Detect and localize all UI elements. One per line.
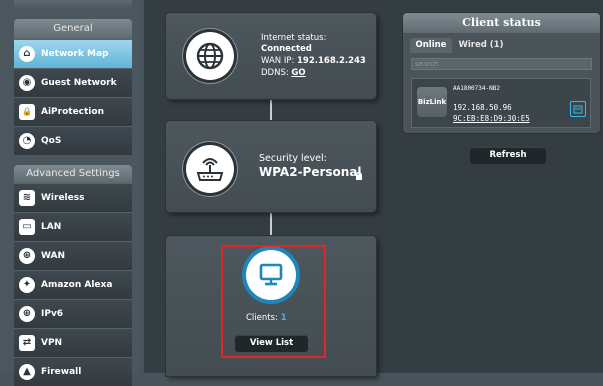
refresh-button[interactable]: Refresh	[470, 147, 546, 164]
sidebar-item-wireless[interactable]: ≋ Wireless	[14, 183, 132, 212]
network-map-icon: ⌂	[19, 46, 35, 62]
sidebar-item-label: QoS	[41, 136, 62, 146]
client-mac-link[interactable]: 9C:EB:E8:D9:30:E5	[453, 114, 530, 123]
sidebar-item-vpn[interactable]: ⇄ VPN	[14, 328, 132, 357]
connector-line	[270, 98, 272, 122]
sidebar-top-stub	[14, 0, 132, 10]
sidebar-item-ipv6[interactable]: ⊕ IPv6	[14, 299, 132, 328]
security-level-value: WPA2-Personal	[259, 165, 362, 179]
globe-icon	[186, 32, 234, 80]
tab-wired[interactable]: Wired (1)	[456, 38, 506, 53]
internet-status-value: Connected	[261, 44, 312, 54]
tab-online[interactable]: Online	[410, 38, 452, 53]
monitor-icon: ▭	[19, 219, 35, 235]
sidebar-item-firewall[interactable]: ▲ Firewall	[14, 357, 132, 386]
ipv6-icon: ⊕	[19, 306, 35, 322]
internet-status-label: Internet status:	[261, 33, 327, 43]
ddns-go-link[interactable]: GO	[291, 68, 305, 78]
wan-ip-label: WAN IP:	[261, 56, 295, 66]
wan-ip-value: 192.168.2.243	[297, 56, 366, 66]
security-card[interactable]: Security level: WPA2-Personal	[166, 121, 376, 212]
internet-status-card[interactable]: Internet status: Connected WAN IP: 192.1…	[166, 13, 376, 99]
general-menu-group: General ⌂ Network Map ◉ Guest Network 🔒 …	[14, 19, 132, 155]
lock-icon: 🔒	[19, 104, 35, 120]
sidebar-item-label: IPv6	[41, 309, 64, 319]
client-ip: 192.168.50.96	[453, 103, 512, 112]
device-vendor-logo: BizLink	[417, 87, 447, 117]
guest-network-icon: ◉	[19, 75, 35, 91]
client-list-item[interactable]: BizLink AA1800734-NB2 192.168.50.96 9C:E…	[411, 78, 591, 128]
general-group-title: General	[14, 19, 132, 39]
ddns-row: DDNS: GO	[261, 68, 306, 79]
connector-line	[270, 211, 272, 237]
sidebar-item-label: AiProtection	[41, 107, 104, 117]
client-name: AA1800734-NB2	[453, 85, 500, 92]
advanced-menu-group: Advanced Settings ≋ Wireless ▭ LAN ⊕ WAN…	[14, 165, 132, 386]
sidebar-item-wan[interactable]: ⊕ WAN	[14, 241, 132, 270]
sidebar-item-qos[interactable]: ◔ QoS	[14, 126, 132, 155]
client-status-title: Client status	[403, 13, 600, 33]
sidebar: General ⌂ Network Map ◉ Guest Network 🔒 …	[0, 0, 140, 386]
sidebar-item-guest-network[interactable]: ◉ Guest Network	[14, 68, 132, 97]
sidebar-item-aiprotection[interactable]: 🔒 AiProtection	[14, 97, 132, 126]
wan-ip-row: WAN IP: 192.168.2.243	[261, 56, 366, 67]
sidebar-item-label: Firewall	[41, 367, 82, 377]
vpn-icon: ⇄	[19, 335, 35, 351]
sidebar-item-label: LAN	[41, 222, 62, 232]
ethernet-icon	[570, 101, 586, 117]
firewall-icon: ▲	[19, 364, 35, 380]
advanced-group-title: Advanced Settings	[14, 165, 132, 183]
security-level-label: Security level:	[259, 153, 327, 164]
padlock-icon	[355, 166, 363, 185]
sidebar-item-label: Wireless	[41, 193, 85, 203]
sidebar-item-label: Amazon Alexa	[41, 280, 113, 290]
ddns-label: DDNS:	[261, 68, 289, 78]
sidebar-item-amazon-alexa[interactable]: ✦ Amazon Alexa	[14, 270, 132, 299]
router-icon	[186, 145, 234, 193]
sidebar-item-network-map[interactable]: ⌂ Network Map	[14, 39, 132, 68]
sidebar-item-label: VPN	[41, 338, 63, 348]
client-search-input[interactable]: search	[411, 58, 592, 70]
speedometer-icon: ◔	[19, 133, 35, 149]
sidebar-item-label: Guest Network	[41, 78, 117, 88]
highlight-box	[221, 245, 326, 358]
sidebar-item-label: WAN	[41, 251, 66, 261]
sidebar-item-lan[interactable]: ▭ LAN	[14, 212, 132, 241]
alexa-icon: ✦	[19, 277, 35, 293]
globe-icon: ⊕	[19, 248, 35, 264]
sidebar-item-label: Network Map	[41, 49, 109, 59]
wifi-icon: ≋	[19, 190, 35, 206]
